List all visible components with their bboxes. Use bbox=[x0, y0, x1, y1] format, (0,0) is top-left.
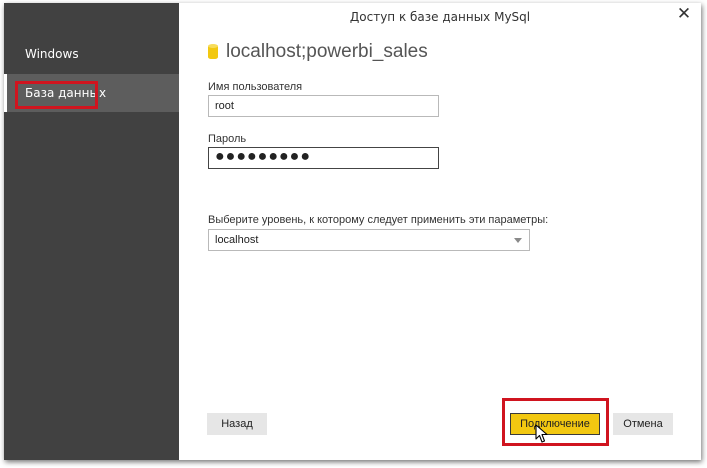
level-dropdown[interactable]: localhost bbox=[208, 229, 530, 251]
datasource-name: localhost;powerbi_sales bbox=[226, 41, 428, 62]
sidebar-item-label: База данных bbox=[25, 86, 107, 100]
chevron-down-icon bbox=[514, 238, 522, 243]
close-icon[interactable]: ✕ bbox=[676, 6, 692, 23]
username-field[interactable]: root bbox=[208, 95, 439, 117]
username-label: Имя пользователя bbox=[208, 81, 303, 93]
dialog-title: Доступ к базе данных MySql bbox=[349, 10, 531, 24]
password-field[interactable]: ●●●●●●●●● bbox=[208, 147, 439, 169]
level-label: Выберите уровень, к которому следует при… bbox=[208, 214, 549, 226]
selected-indicator bbox=[4, 74, 7, 112]
back-button[interactable]: Назад bbox=[207, 413, 267, 435]
sidebar-item-database[interactable]: База данных bbox=[4, 74, 179, 112]
level-selected-value: localhost bbox=[215, 234, 259, 246]
cancel-button[interactable]: Отмена bbox=[613, 413, 673, 435]
auth-sidebar: Windows База данных bbox=[4, 3, 179, 460]
sidebar-item-label: Windows bbox=[25, 47, 79, 61]
database-icon bbox=[208, 44, 218, 60]
sidebar-item-windows[interactable]: Windows bbox=[4, 35, 179, 73]
connect-button[interactable]: Подключение bbox=[510, 413, 600, 435]
datasource-heading: localhost;powerbi_sales bbox=[208, 41, 428, 63]
password-label: Пароль bbox=[208, 133, 247, 145]
mysql-access-dialog: Windows База данных Доступ к базе данных… bbox=[4, 3, 701, 460]
